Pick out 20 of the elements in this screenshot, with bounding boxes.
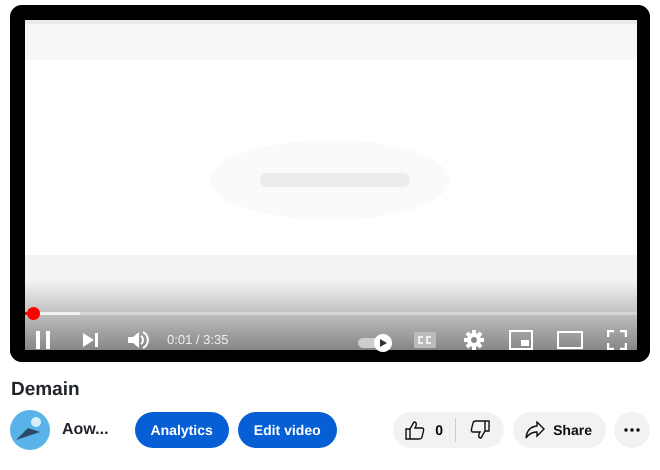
like-button[interactable]: 0 <box>393 412 456 448</box>
volume-icon[interactable] <box>127 330 149 350</box>
video-title: Demain <box>11 378 81 402</box>
next-icon[interactable] <box>81 331 99 349</box>
settings-icon[interactable] <box>463 329 485 351</box>
channel-name[interactable]: Aow... <box>62 418 109 442</box>
pause-icon[interactable] <box>35 330 51 350</box>
share-button[interactable]: Share <box>513 412 606 448</box>
miniplayer-icon[interactable] <box>509 330 533 350</box>
fullscreen-icon[interactable] <box>607 330 627 350</box>
share-icon <box>525 421 546 439</box>
edit-video-button[interactable]: Edit video <box>238 412 337 448</box>
analytics-button[interactable]: Analytics <box>134 412 229 448</box>
theater-mode-icon[interactable] <box>557 331 583 349</box>
more-icon[interactable] <box>614 412 650 448</box>
time-display: 0:01 / 3:35 <box>167 331 228 350</box>
thumbs-up-icon <box>405 420 426 440</box>
captions-icon[interactable] <box>413 331 437 349</box>
autoplay-toggle[interactable] <box>357 331 393 349</box>
channel-avatar[interactable] <box>10 410 50 450</box>
